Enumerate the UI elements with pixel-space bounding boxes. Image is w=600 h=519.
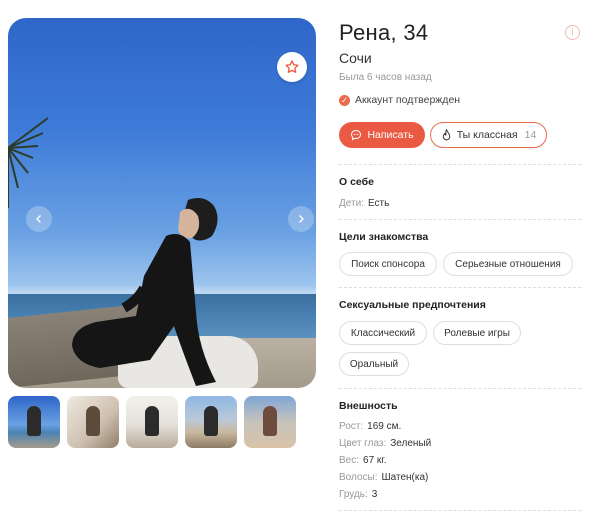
write-button-label: Написать [367,129,414,141]
last-seen: Была 6 часов назад [339,72,432,83]
row-value: 169 см. [367,421,402,432]
info-icon[interactable]: i [565,25,580,40]
favorite-button[interactable] [277,52,307,82]
row-label: Рост: [339,421,364,432]
divider [339,219,581,220]
chevron-left-icon [36,215,41,223]
chevron-right-icon [299,215,304,223]
appearance-row: Цвет глаз: Зеленый [339,438,431,449]
row-label: Волосы: [339,472,378,483]
kids-value: Есть [367,198,390,209]
appearance-row: Вес: 67 кг. [339,455,387,466]
preference-chip[interactable]: Ролевые игры [433,321,521,345]
thumbnail-3[interactable] [126,396,178,448]
verified-badge: ✓ Аккаунт подтвержден [339,94,460,106]
compliment-button[interactable]: Ты классная 14 [430,122,547,148]
check-circle-icon: ✓ [339,94,350,106]
thumbnail-5[interactable] [244,396,296,448]
star-icon [285,60,299,73]
compliment-count: 14 [524,129,537,141]
divider [339,510,581,511]
row-label: Грудь: [339,489,368,500]
write-message-button[interactable]: Написать [339,122,425,148]
row-label: Вес: [339,455,360,466]
row-value: 67 кг. [363,455,387,466]
goal-chip[interactable]: Поиск спонсора [339,252,437,276]
divider [339,287,581,288]
photo-person [72,198,218,386]
preference-chip[interactable]: Оральный [339,352,409,376]
row-label: Цвет глаз: [339,438,387,449]
about-title: О себе [339,176,374,188]
verified-label: Аккаунт подтвержден [355,94,461,106]
goal-chip[interactable]: Серьезные отношения [443,252,573,276]
compliment-label: Ты классная [456,129,518,141]
prev-photo-button[interactable] [26,206,52,232]
profile-city: Сочи [339,50,372,66]
thumbnail-4[interactable] [185,396,237,448]
preference-chip[interactable]: Классический [339,321,427,345]
thumbnail-1[interactable] [8,396,60,448]
appearance-row: Рост: 169 см. [339,421,401,432]
row-value: Шатен(ка) [381,472,429,483]
divider [339,164,581,165]
profile-name-age: Рена, 34 [339,20,429,45]
main-photo[interactable] [8,18,316,388]
goals-title: Цели знакомства [339,231,429,243]
appearance-row: Грудь: 3 [339,489,377,500]
divider [339,388,581,389]
row-value: Зеленый [390,438,432,449]
appearance-title: Внешность [339,400,398,412]
chat-bubble-icon [351,129,362,141]
preferences-title: Сексуальные предпочтения [339,299,486,311]
flame-icon [442,128,450,140]
next-photo-button[interactable] [288,206,314,232]
kids-label: Дети: [339,198,364,209]
row-value: 3 [371,489,378,500]
thumbnail-strip [8,396,296,448]
kids-row: Дети: Есть [339,198,389,209]
thumbnail-2[interactable] [67,396,119,448]
appearance-row: Волосы: Шатен(ка) [339,472,428,483]
